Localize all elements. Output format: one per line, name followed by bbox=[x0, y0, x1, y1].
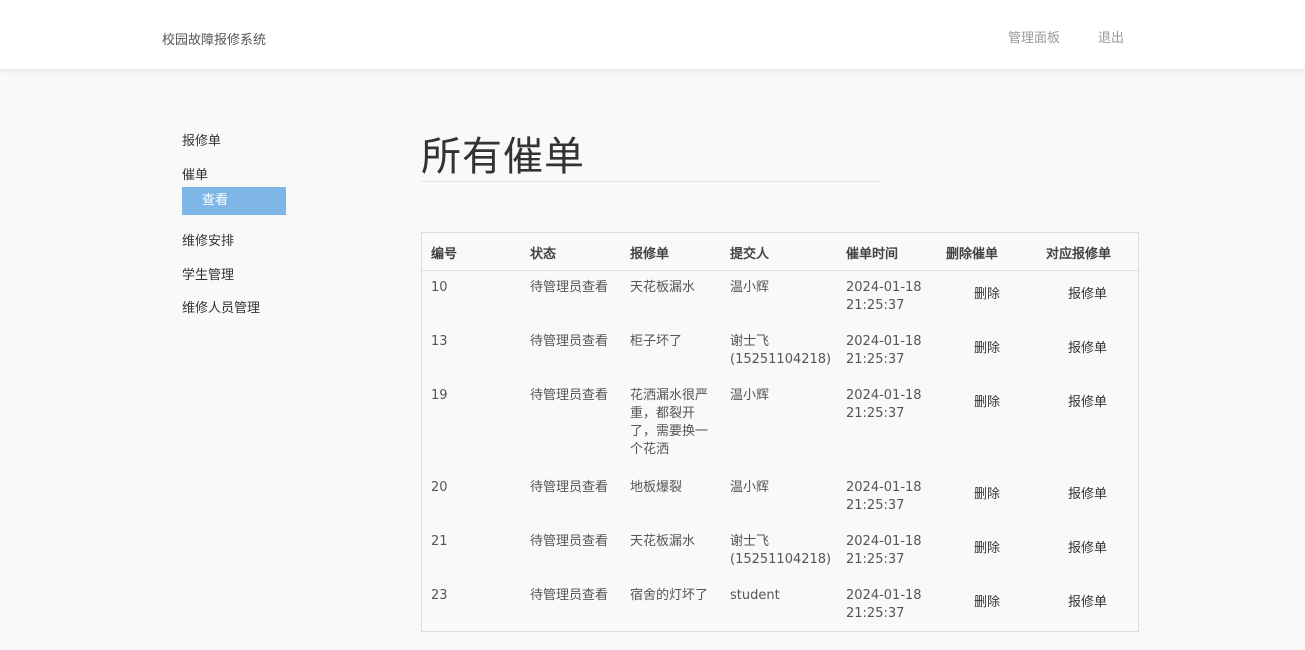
delete-button[interactable]: 删除 bbox=[974, 540, 1000, 558]
cell-submitter: student bbox=[730, 587, 780, 603]
sidebar-subitem-view[interactable]: 查看 bbox=[182, 187, 286, 215]
delete-button[interactable]: 删除 bbox=[974, 594, 1000, 612]
table-row: 23 待管理员查看 宿舍的灯坏了 student 2024-01-18 21:2… bbox=[422, 579, 1138, 633]
cell-submitter: 温小辉 bbox=[730, 280, 770, 295]
repair-order-link[interactable]: 报修单 bbox=[1068, 394, 1107, 412]
cell-status: 待管理员查看 bbox=[530, 533, 609, 549]
app-brand[interactable]: 校园故障报修系统 bbox=[162, 29, 266, 48]
cell-time: 2024-01-18 21:25:37 bbox=[846, 533, 922, 567]
cell-status: 待管理员查看 bbox=[530, 587, 609, 603]
delete-button[interactable]: 删除 bbox=[974, 286, 1000, 304]
table-row: 19 待管理员查看 花洒漏水很严重，都裂开了，需要换一个花洒 温小辉 2024-… bbox=[422, 379, 1138, 471]
cell-id: 20 bbox=[431, 479, 448, 495]
cell-submitter: 谢士飞 (15251104218) bbox=[730, 333, 832, 367]
cell-time: 2024-01-18 21:25:37 bbox=[846, 280, 922, 313]
cell-linked-order: 报修单 bbox=[1037, 579, 1138, 633]
sidebar-item-repair-schedule[interactable]: 维修安排 bbox=[182, 230, 234, 249]
column-header-order: 报修单 bbox=[621, 233, 721, 271]
sidebar-item-reminders[interactable]: 催单 bbox=[182, 164, 208, 183]
page-title: 所有催单 bbox=[421, 134, 585, 180]
cell-linked-order: 报修单 bbox=[1037, 471, 1138, 525]
cell-submitter: 温小辉 bbox=[730, 387, 770, 403]
cell-status: 待管理员查看 bbox=[530, 387, 609, 403]
cell-time: 2024-01-18 21:25:37 bbox=[846, 479, 922, 513]
table-row: 20 待管理员查看 地板爆裂 温小辉 2024-01-18 21:25:37 删… bbox=[422, 471, 1138, 525]
sidebar-item-repair-orders[interactable]: 报修单 bbox=[182, 130, 221, 149]
delete-button[interactable]: 删除 bbox=[974, 340, 1000, 358]
reminders-table: 编号 状态 报修单 提交人 催单时间 删除催单 对应报修单 10 待管理员查看 … bbox=[421, 232, 1139, 632]
cell-order: 天花板漏水 bbox=[630, 280, 696, 295]
table-header-row: 编号 状态 报修单 提交人 催单时间 删除催单 对应报修单 bbox=[422, 233, 1138, 271]
cell-status: 待管理员查看 bbox=[530, 333, 609, 349]
cell-time: 2024-01-18 21:25:37 bbox=[846, 387, 922, 421]
repair-order-link[interactable]: 报修单 bbox=[1068, 594, 1107, 612]
delete-button[interactable]: 删除 bbox=[974, 486, 1000, 504]
repair-order-link[interactable]: 报修单 bbox=[1068, 486, 1107, 504]
cell-id: 23 bbox=[431, 587, 448, 603]
title-divider bbox=[421, 181, 881, 182]
dashboard-link[interactable]: 管理面板 bbox=[1008, 27, 1060, 46]
cell-delete: 删除 bbox=[937, 379, 1037, 471]
table-row: 13 待管理员查看 柜子坏了 谢士飞 (15251104218) 2024-01… bbox=[422, 325, 1138, 379]
repair-order-link[interactable]: 报修单 bbox=[1068, 286, 1107, 304]
cell-linked-order: 报修单 bbox=[1037, 525, 1138, 579]
cell-order: 花洒漏水很严重，都裂开了，需要换一个花洒 bbox=[630, 387, 709, 457]
cell-submitter: 谢士飞 (15251104218) bbox=[730, 533, 832, 567]
column-header-id: 编号 bbox=[422, 233, 521, 271]
cell-id: 19 bbox=[431, 387, 448, 403]
column-header-status: 状态 bbox=[521, 233, 621, 271]
column-header-submitter: 提交人 bbox=[721, 233, 837, 271]
cell-delete: 删除 bbox=[937, 471, 1037, 525]
cell-linked-order: 报修单 bbox=[1037, 271, 1138, 325]
cell-order: 天花板漏水 bbox=[630, 533, 696, 549]
cell-id: 13 bbox=[431, 333, 448, 349]
repair-order-link[interactable]: 报修单 bbox=[1068, 540, 1107, 558]
cell-order: 地板爆裂 bbox=[630, 479, 683, 495]
cell-delete: 删除 bbox=[937, 525, 1037, 579]
cell-delete: 删除 bbox=[937, 271, 1037, 325]
sidebar-item-student-management[interactable]: 学生管理 bbox=[182, 264, 234, 283]
cell-status: 待管理员查看 bbox=[530, 479, 609, 495]
column-header-delete: 删除催单 bbox=[937, 233, 1037, 271]
cell-order: 宿舍的灯坏了 bbox=[630, 587, 709, 603]
cell-order: 柜子坏了 bbox=[630, 333, 683, 349]
cell-submitter: 温小辉 bbox=[730, 479, 770, 495]
table-row: 10 待管理员查看 天花板漏水 温小辉 2024-01-18 21:25:37 … bbox=[422, 271, 1138, 325]
table-row: 21 待管理员查看 天花板漏水 谢士飞 (15251104218) 2024-0… bbox=[422, 525, 1138, 579]
sidebar-item-staff-management[interactable]: 维修人员管理 bbox=[182, 297, 260, 316]
cell-delete: 删除 bbox=[937, 325, 1037, 379]
top-navbar: 校园故障报修系统 管理面板 退出 bbox=[0, 0, 1305, 69]
cell-status: 待管理员查看 bbox=[530, 280, 609, 295]
cell-delete: 删除 bbox=[937, 579, 1037, 633]
column-header-linked-order: 对应报修单 bbox=[1037, 233, 1138, 271]
cell-linked-order: 报修单 bbox=[1037, 379, 1138, 471]
repair-order-link[interactable]: 报修单 bbox=[1068, 340, 1107, 358]
cell-id: 10 bbox=[431, 280, 448, 295]
column-header-time: 催单时间 bbox=[837, 233, 937, 271]
cell-linked-order: 报修单 bbox=[1037, 325, 1138, 379]
cell-time: 2024-01-18 21:25:37 bbox=[846, 333, 922, 367]
logout-link[interactable]: 退出 bbox=[1098, 27, 1124, 46]
cell-time: 2024-01-18 21:25:37 bbox=[846, 587, 922, 621]
delete-button[interactable]: 删除 bbox=[974, 394, 1000, 412]
cell-id: 21 bbox=[431, 533, 448, 549]
